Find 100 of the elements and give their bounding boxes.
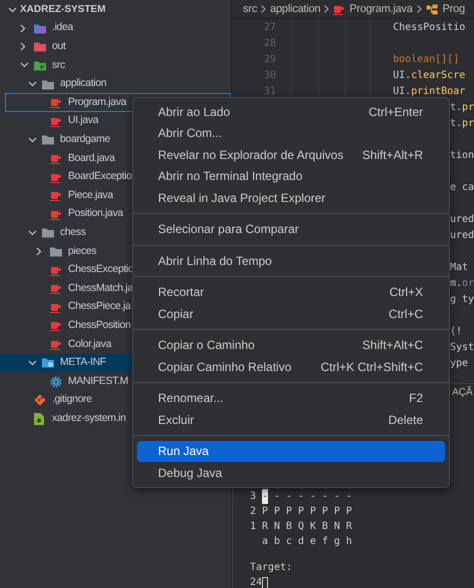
tree-item[interactable]: .idea	[0, 19, 231, 38]
cup-icon	[50, 97, 61, 108]
gear-icon	[50, 376, 62, 388]
board-cell: B	[322, 521, 328, 532]
board-cell: Q	[298, 521, 304, 532]
cup-icon	[333, 4, 344, 14]
menu-item-label: Copiar	[158, 306, 194, 323]
board-cell: N	[334, 521, 340, 532]
code-text: e ca	[450, 180, 474, 194]
board-cell: N	[274, 521, 280, 532]
line-number: 31	[262, 84, 276, 98]
board-cell: d	[298, 536, 304, 547]
chevron-down-icon	[28, 230, 37, 236]
folder-icon	[42, 134, 54, 146]
menu-item-label: Abrir no Terminal Integrado	[158, 168, 303, 186]
tree-item[interactable]: src	[0, 56, 231, 75]
folder-icon	[34, 41, 46, 52]
cursor	[262, 576, 268, 588]
shortcut-text: Ctrl+X	[389, 284, 423, 302]
menu-item[interactable]: Revelar no Explorador de Arquivos Shift+Alt+R	[137, 144, 445, 166]
cup-icon	[50, 302, 61, 313]
cup-icon	[50, 208, 61, 220]
board-cell: -	[298, 491, 304, 502]
board-cell: f	[322, 536, 328, 547]
board-cell: P	[262, 506, 268, 517]
board-cell: -	[322, 491, 328, 502]
shortcut-text: Ctrl+K Ctrl+Shift+C	[320, 358, 423, 376]
folder-icon	[34, 22, 46, 34]
code-text: ChessPositio	[393, 20, 466, 34]
breadcrumb-item[interactable]: Program.java	[349, 0, 412, 18]
breadcrumb-item[interactable]: Prog	[442, 0, 465, 18]
menu-item[interactable]: Debug Java	[137, 462, 445, 484]
board-cell: -	[346, 491, 352, 502]
code-text: tion	[450, 148, 474, 162]
board-cell: P	[346, 506, 352, 517]
tree-item[interactable]: application	[0, 74, 231, 94]
board-cell: c	[286, 536, 292, 547]
menu-item[interactable]: Copiar o Caminho Shift+Alt+C	[137, 334, 445, 356]
breadcrumb-item[interactable]: application	[270, 0, 320, 18]
board-cell: R	[262, 521, 268, 532]
shortcut-text: Ctrl+Enter	[368, 104, 423, 121]
panel-tab[interactable]: AÇÃ	[452, 385, 473, 400]
folder-icon	[42, 78, 54, 90]
board-cell: h	[346, 536, 352, 547]
chevron-down-icon	[28, 360, 37, 366]
menu-item[interactable]: Run Java	[137, 440, 445, 462]
menu-item[interactable]: Excluir Delete	[137, 409, 445, 430]
terminal-input[interactable]: 24	[250, 575, 262, 588]
menu-item-label: Abrir Com...	[158, 125, 222, 142]
board-cell: P	[286, 506, 292, 517]
cup-icon	[50, 152, 61, 164]
code-text: UI.clearScre	[393, 68, 466, 82]
menu-item[interactable]: Recortar Ctrl+X	[137, 282, 445, 303]
board-cell: P	[334, 506, 340, 517]
line-number: 28	[262, 36, 276, 50]
code-text: m.or	[450, 276, 474, 290]
chevron-down-icon	[20, 62, 29, 68]
menu-item-label: Copiar o Caminho	[158, 337, 255, 354]
board-cell: B	[286, 521, 292, 532]
menu-item[interactable]: Abrir Com...	[137, 122, 445, 144]
board-cell: P	[322, 506, 328, 517]
board-cell: -	[310, 491, 316, 502]
menu-item-label: Selecionar para Comparar	[158, 221, 299, 238]
code-text: UI.printBoar	[393, 84, 466, 98]
code-text: t.pr	[450, 116, 474, 130]
board-cell: -	[274, 491, 280, 502]
explorer-title: XADREZ-SYSTEM	[20, 3, 106, 17]
cup-icon	[50, 116, 61, 127]
diamond-icon	[34, 394, 46, 406]
board-cell: b	[274, 536, 280, 547]
shortcut-text: Shift+Alt+C	[362, 337, 423, 354]
cup-icon	[50, 283, 61, 294]
class-icon	[426, 4, 438, 14]
code-text: Mat	[450, 260, 468, 274]
code-text: t.pr	[450, 100, 474, 114]
menu-item[interactable]: Copiar Ctrl+C	[137, 303, 445, 324]
line-number: 30	[262, 68, 276, 82]
shortcut-text: Ctrl+C	[388, 306, 423, 323]
code-text: (!	[450, 324, 462, 338]
breadcrumb-item[interactable]: src	[243, 0, 258, 18]
folder-icon	[42, 227, 54, 238]
board-cell: P	[274, 506, 280, 517]
menu-item[interactable]: Abrir ao Lado Ctrl+Enter	[137, 101, 445, 122]
menu-item[interactable]: Abrir Linha do Tempo	[137, 250, 445, 272]
menu-item-label: Debug Java	[158, 464, 222, 482]
menu-item[interactable]: Abrir no Terminal Integrado	[137, 166, 445, 187]
chevron-right-icon	[324, 5, 330, 13]
board-cell: -	[262, 489, 268, 504]
tree-item[interactable]: out	[0, 38, 231, 56]
code-text: g ty	[450, 292, 474, 306]
explorer-header[interactable]: XADREZ-SYSTEM	[0, 0, 231, 19]
chevron-right-icon	[36, 246, 42, 256]
board-cell: K	[310, 521, 316, 532]
menu-item[interactable]: Renomear... F2	[137, 388, 445, 409]
menu-item-label: Revelar no Explorador de Arquivos	[158, 146, 344, 164]
chevron-down-icon	[28, 136, 37, 143]
cup-icon	[50, 320, 61, 332]
menu-item-label: Run Java	[158, 443, 209, 460]
line-number: 27	[262, 20, 276, 34]
code-text: ured	[450, 228, 474, 242]
